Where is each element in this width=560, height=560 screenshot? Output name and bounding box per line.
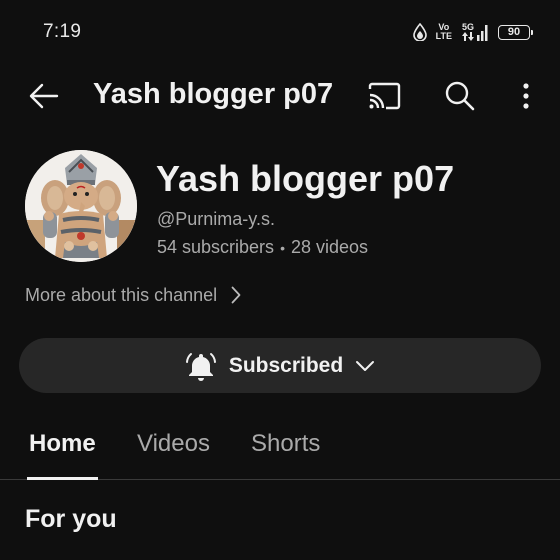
channel-handle: @Purnima-y.s. <box>157 209 275 229</box>
signal-icon: 5G <box>461 23 489 41</box>
volte-icon: Vo LTE <box>435 22 452 41</box>
page-title: Yash blogger p07 <box>93 78 334 110</box>
video-count: 28 videos <box>290 237 369 257</box>
subscribed-button[interactable]: Subscribed <box>19 338 541 393</box>
channel-tabs: Home Videos Shorts <box>0 410 560 480</box>
ganesha-avatar-image <box>25 150 137 262</box>
chevron-right-icon <box>231 286 241 304</box>
status-bar: 7:19 Vo LTE 5G 90 <box>0 0 560 64</box>
battery-icon: 90 <box>498 24 533 40</box>
stats-separator: • <box>280 240 285 256</box>
data-saver-icon <box>412 23 427 41</box>
signal-bars-icon <box>477 25 488 41</box>
channel-avatar[interactable] <box>25 150 137 262</box>
battery-level: 90 <box>507 26 521 38</box>
subscriber-count: 54 subscribers <box>157 237 275 257</box>
more-options-button[interactable] <box>508 78 544 114</box>
tab-videos[interactable]: Videos <box>137 430 210 480</box>
chevron-down-icon <box>356 360 375 371</box>
channel-name: Yash blogger p07 <box>156 158 455 199</box>
signal-type-label: 5G <box>461 22 474 32</box>
channel-stats: 54 subscribers • 28 videos <box>157 237 368 258</box>
cast-button[interactable] <box>366 78 402 114</box>
tab-home[interactable]: Home <box>27 430 98 480</box>
search-icon <box>445 81 475 111</box>
bell-icon <box>185 352 216 381</box>
data-arrows-icon <box>462 32 474 41</box>
subscribed-label: Subscribed <box>228 353 344 377</box>
more-vert-icon <box>523 83 529 109</box>
status-icons: Vo LTE 5G 90 <box>412 20 533 44</box>
search-button[interactable] <box>442 78 478 114</box>
section-title-for-you: For you <box>25 505 117 533</box>
tab-shorts[interactable]: Shorts <box>251 430 320 480</box>
more-about-label: More about this channel <box>25 284 218 305</box>
more-about-channel-link[interactable]: More about this channel <box>25 283 241 307</box>
back-arrow-icon <box>29 83 59 109</box>
cast-icon <box>368 82 401 110</box>
status-time: 7:19 <box>43 21 82 42</box>
back-button[interactable] <box>26 78 62 114</box>
top-app-bar: Yash blogger p07 <box>0 66 560 126</box>
